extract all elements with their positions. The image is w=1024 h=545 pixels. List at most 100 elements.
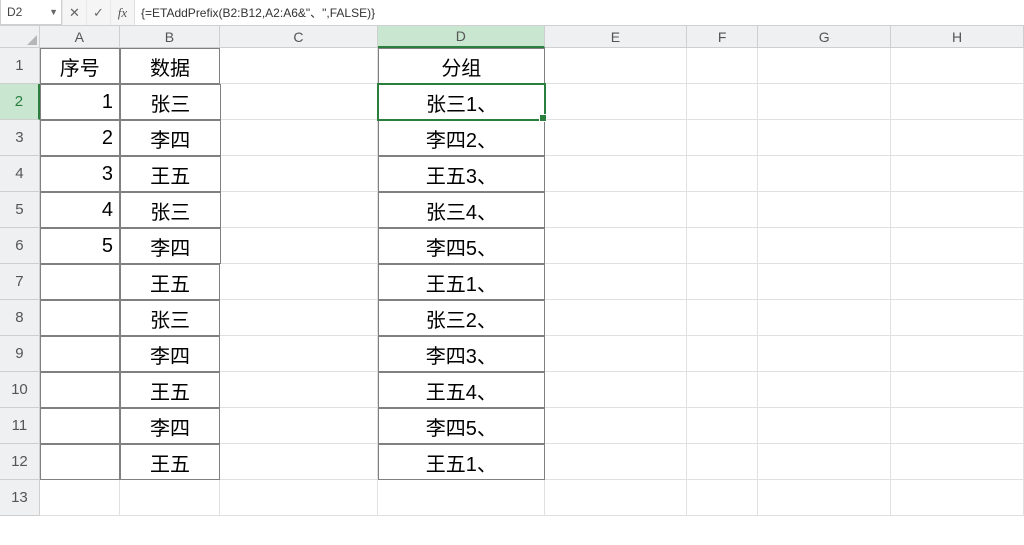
cell-H5[interactable] xyxy=(891,192,1024,228)
cell-B3[interactable]: 李四 xyxy=(120,120,221,156)
cell-E2[interactable] xyxy=(545,84,687,120)
cell-C3[interactable] xyxy=(221,120,378,156)
cell-B2[interactable]: 张三 xyxy=(120,84,221,120)
cell-G9[interactable] xyxy=(758,336,891,372)
cell-D10[interactable]: 王五4、 xyxy=(378,372,545,408)
cell-D8[interactable]: 张三2、 xyxy=(378,300,545,336)
cell-H13[interactable] xyxy=(891,480,1024,516)
cell-G13[interactable] xyxy=(758,480,891,516)
cell-B9[interactable]: 李四 xyxy=(120,336,221,372)
cell-C9[interactable] xyxy=(220,336,378,372)
cell-A12[interactable] xyxy=(40,444,120,480)
cell-C4[interactable] xyxy=(221,156,378,192)
cell-G8[interactable] xyxy=(758,300,891,336)
cell-F2[interactable] xyxy=(687,84,758,120)
cell-F12[interactable] xyxy=(687,444,758,480)
cell-B4[interactable]: 王五 xyxy=(120,156,221,192)
cell-F10[interactable] xyxy=(687,372,758,408)
enter-button[interactable]: ✓ xyxy=(86,0,110,25)
cell-D9[interactable]: 李四3、 xyxy=(378,336,545,372)
cell-F9[interactable] xyxy=(687,336,758,372)
row-header-4[interactable]: 4 xyxy=(0,156,40,192)
cell-C13[interactable] xyxy=(220,480,378,516)
cell-F1[interactable] xyxy=(687,48,758,84)
cell-B11[interactable]: 李四 xyxy=(120,408,221,444)
cell-B1[interactable]: 数据 xyxy=(120,48,221,84)
cell-A1[interactable]: 序号 xyxy=(40,48,120,84)
cell-E4[interactable] xyxy=(545,156,687,192)
cell-C12[interactable] xyxy=(220,444,378,480)
cell-H9[interactable] xyxy=(891,336,1024,372)
cell-B6[interactable]: 李四 xyxy=(120,228,221,264)
cell-E5[interactable] xyxy=(545,192,687,228)
cell-G11[interactable] xyxy=(758,408,891,444)
cell-E9[interactable] xyxy=(545,336,687,372)
cell-F3[interactable] xyxy=(687,120,758,156)
row-header-6[interactable]: 6 xyxy=(0,228,40,264)
column-header-H[interactable]: H xyxy=(891,26,1024,48)
row-header-12[interactable]: 12 xyxy=(0,444,40,480)
cell-C5[interactable] xyxy=(221,192,378,228)
cell-H3[interactable] xyxy=(891,120,1024,156)
cell-F11[interactable] xyxy=(687,408,758,444)
cell-B10[interactable]: 王五 xyxy=(120,372,221,408)
cell-A8[interactable] xyxy=(40,300,120,336)
cell-E8[interactable] xyxy=(545,300,687,336)
row-header-13[interactable]: 13 xyxy=(0,480,40,516)
cell-D3[interactable]: 李四2、 xyxy=(378,120,545,156)
formula-input[interactable]: {=ETAddPrefix(B2:B12,A2:A6&"、",FALSE)} xyxy=(135,0,1024,25)
cell-D5[interactable]: 张三4、 xyxy=(378,192,545,228)
cell-D1[interactable]: 分组 xyxy=(378,48,545,84)
cell-E12[interactable] xyxy=(545,444,687,480)
cell-A7[interactable] xyxy=(40,264,120,300)
cell-A10[interactable] xyxy=(40,372,120,408)
cell-A9[interactable] xyxy=(40,336,120,372)
row-header-7[interactable]: 7 xyxy=(0,264,40,300)
cell-F5[interactable] xyxy=(687,192,758,228)
row-header-5[interactable]: 5 xyxy=(0,192,40,228)
cell-H10[interactable] xyxy=(891,372,1024,408)
row-header-11[interactable]: 11 xyxy=(0,408,40,444)
cell-A6[interactable]: 5 xyxy=(40,228,120,264)
row-header-8[interactable]: 8 xyxy=(0,300,40,336)
cell-A3[interactable]: 2 xyxy=(40,120,120,156)
cell-H11[interactable] xyxy=(891,408,1024,444)
cell-F7[interactable] xyxy=(687,264,758,300)
dropdown-icon[interactable]: ▼ xyxy=(49,7,58,17)
row-header-9[interactable]: 9 xyxy=(0,336,40,372)
cell-G4[interactable] xyxy=(758,156,891,192)
cell-H2[interactable] xyxy=(891,84,1024,120)
cell-H1[interactable] xyxy=(891,48,1024,84)
column-header-C[interactable]: C xyxy=(220,26,378,48)
row-header-2[interactable]: 2 xyxy=(0,84,40,120)
cell-F13[interactable] xyxy=(687,480,758,516)
cell-D11[interactable]: 李四5、 xyxy=(378,408,545,444)
cell-G10[interactable] xyxy=(758,372,891,408)
cell-B7[interactable]: 王五 xyxy=(120,264,221,300)
cell-H6[interactable] xyxy=(891,228,1024,264)
select-all-corner[interactable] xyxy=(0,26,40,48)
cell-E3[interactable] xyxy=(545,120,687,156)
cell-D7[interactable]: 王五1、 xyxy=(378,264,545,300)
cell-E7[interactable] xyxy=(545,264,687,300)
cell-F4[interactable] xyxy=(687,156,758,192)
cell-F8[interactable] xyxy=(687,300,758,336)
name-box[interactable]: D2 ▼ xyxy=(0,0,62,25)
column-header-G[interactable]: G xyxy=(758,26,891,48)
cell-C6[interactable] xyxy=(221,228,378,264)
cell-C11[interactable] xyxy=(220,408,378,444)
cell-H12[interactable] xyxy=(891,444,1024,480)
cell-H7[interactable] xyxy=(891,264,1024,300)
column-header-E[interactable]: E xyxy=(545,26,687,48)
cell-G7[interactable] xyxy=(758,264,891,300)
cell-B12[interactable]: 王五 xyxy=(120,444,221,480)
cell-G1[interactable] xyxy=(758,48,891,84)
cell-D6[interactable]: 李四5、 xyxy=(378,228,545,264)
cell-C8[interactable] xyxy=(220,300,378,336)
cell-C1[interactable] xyxy=(220,48,378,84)
cell-D2[interactable]: 张三1、 xyxy=(378,84,545,120)
cell-A11[interactable] xyxy=(40,408,120,444)
cell-E1[interactable] xyxy=(545,48,687,84)
column-header-A[interactable]: A xyxy=(40,26,120,48)
cell-E6[interactable] xyxy=(545,228,687,264)
